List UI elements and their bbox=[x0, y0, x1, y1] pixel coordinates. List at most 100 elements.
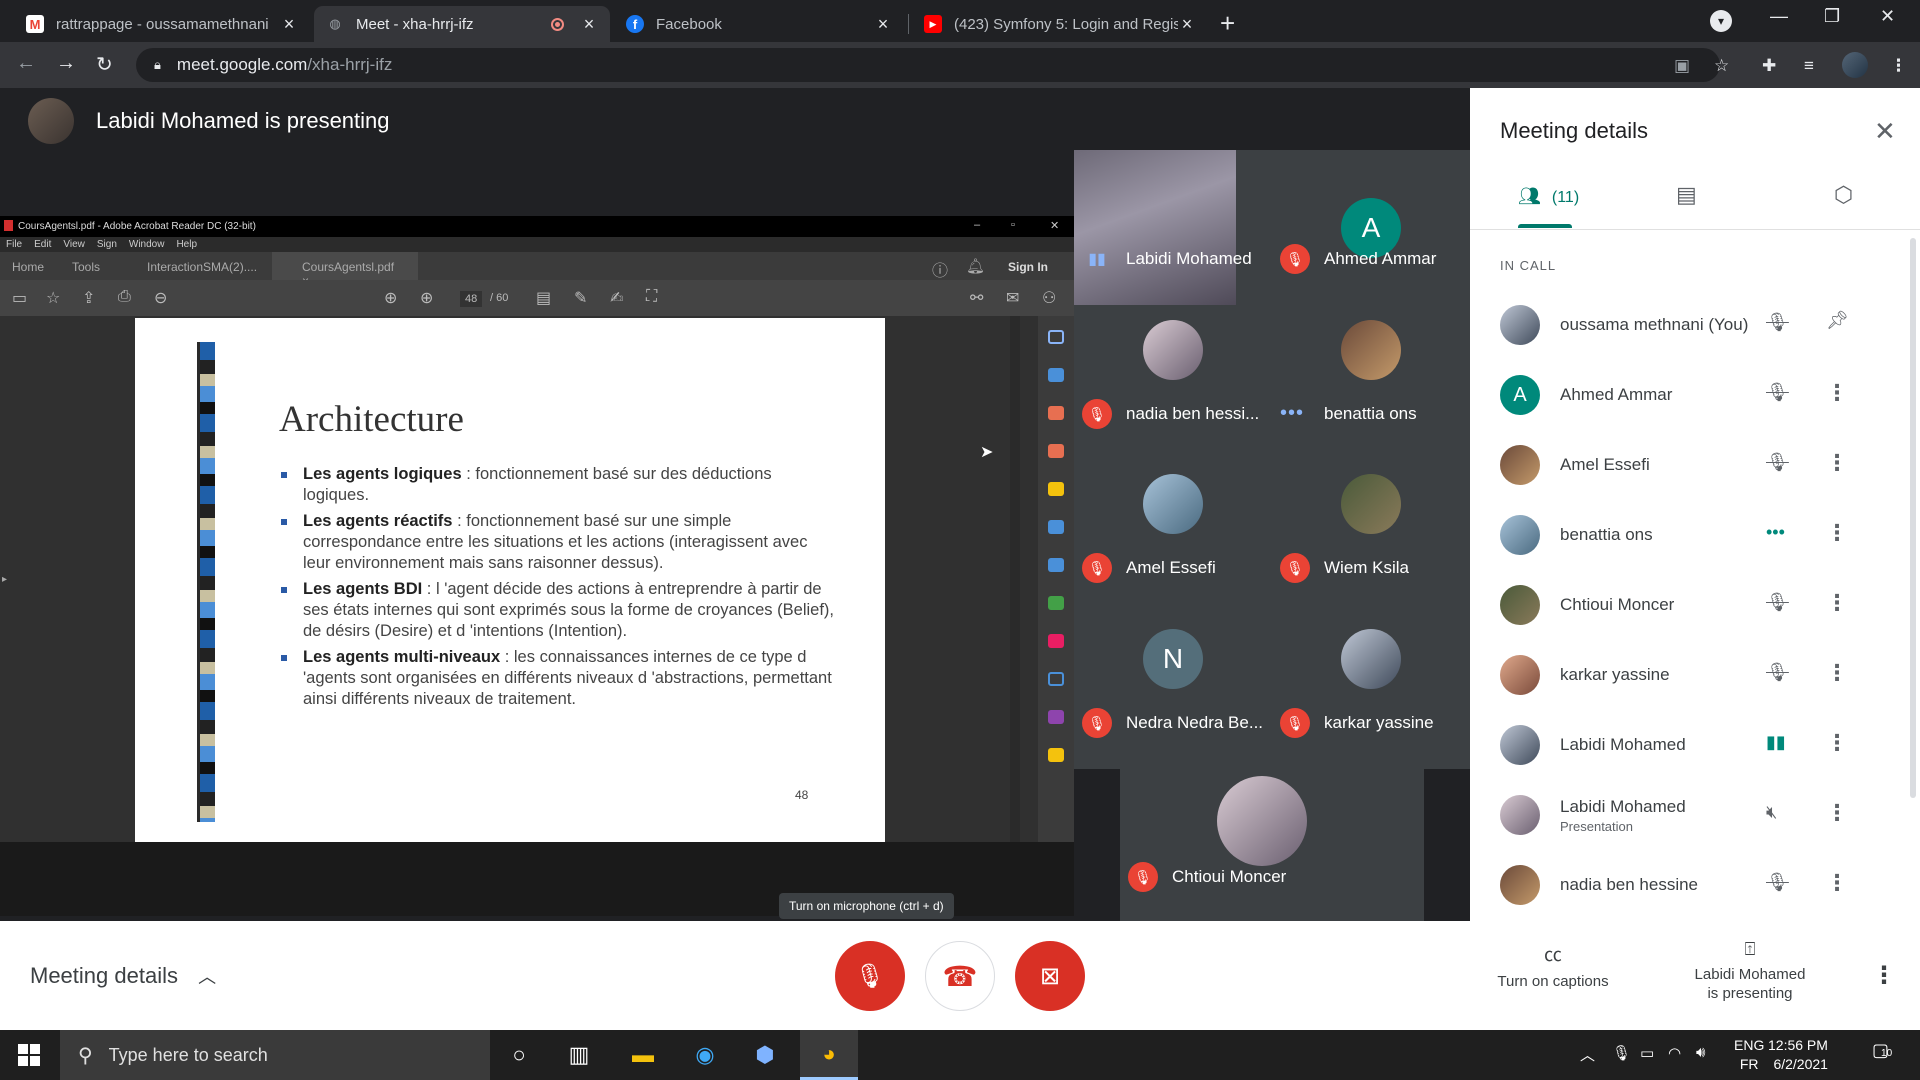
language-indicator[interactable]: ENG FR bbox=[1734, 1036, 1764, 1074]
panel-scrollbar[interactable] bbox=[1910, 238, 1916, 798]
participant-tile[interactable]: 🎙︎ nadia ben hessi... bbox=[1074, 305, 1272, 460]
bookmark-star-icon[interactable]: ☆ bbox=[1714, 56, 1729, 76]
participant-row[interactable]: Labidi Mohamed Presentation 🔇︎ ⋮ bbox=[1470, 780, 1910, 850]
participant-name: Nedra Nedra Be... bbox=[1126, 713, 1264, 732]
tab-meet[interactable]: ◍ Meet - xha-hrrj-ifz × bbox=[314, 6, 610, 42]
speaking-indicator-icon: ▮▮ bbox=[1088, 251, 1106, 268]
address-bar[interactable]: 🔒︎ meet.google.com/xha-hrrj-ifz bbox=[136, 48, 1720, 82]
participant-row[interactable]: karkar yassine 🎙︎ ⋮ bbox=[1470, 640, 1910, 710]
camera-button[interactable]: ⊠ bbox=[1015, 941, 1085, 1011]
cortana-icon[interactable]: ○ bbox=[490, 1030, 548, 1080]
chrome-menu-icon[interactable]: ⋮ bbox=[1890, 56, 1907, 76]
more-options-icon[interactable]: ⋮ bbox=[1826, 520, 1848, 546]
extensions-icon[interactable]: ✚ bbox=[1762, 56, 1776, 76]
tab-title: Meet - xha-hrrj-ifz bbox=[356, 15, 474, 33]
present-screen-icon: ⍐ bbox=[1744, 939, 1756, 959]
participant-tile[interactable]: 🎙︎ Wiem Ksila bbox=[1272, 459, 1470, 614]
acrobat-tab-home: Home bbox=[12, 260, 45, 274]
tab-close-icon[interactable]: × bbox=[1178, 14, 1196, 35]
participant-row[interactable]: Amel Essefi 🎙︎ ⋮ bbox=[1470, 430, 1910, 500]
meeting-details-toggle[interactable]: Meeting details ︿ bbox=[30, 963, 216, 989]
more-options-icon[interactable]: ⋮ bbox=[1826, 450, 1848, 476]
more-options-icon[interactable]: ⋮ bbox=[1826, 870, 1848, 896]
participant-row[interactable]: Labidi Mohamed ▮▮ ⋮ bbox=[1470, 710, 1910, 780]
participant-row[interactable]: benattia ons ••• ⋮ bbox=[1470, 500, 1910, 570]
microphone-tray-icon[interactable]: 🎙︎ bbox=[1612, 1044, 1631, 1062]
media-control-icon[interactable]: ≡ bbox=[1804, 56, 1814, 76]
tab-youtube[interactable]: ▶ (423) Symfony 5: Login and Regis × bbox=[912, 6, 1208, 42]
tab-people[interactable]: 👥︎ (11) bbox=[1518, 186, 1579, 207]
participant-row[interactable]: oussama methnani (You) 🎙︎ 📌︎ bbox=[1470, 290, 1910, 360]
close-panel-button[interactable]: ✕ bbox=[1874, 116, 1896, 147]
reload-icon[interactable]: ↻ bbox=[96, 52, 113, 77]
maximize-icon[interactable]: ❐ bbox=[1824, 6, 1840, 27]
participant-name: Labidi Mohamed Presentation bbox=[1560, 797, 1686, 834]
microphone-button[interactable]: 🎙︎ bbox=[835, 941, 905, 1011]
section-label: IN CALL bbox=[1500, 258, 1557, 273]
more-options-icon[interactable]: ⋮ bbox=[1826, 730, 1848, 756]
mic-off-icon[interactable]: 🎙︎ bbox=[1766, 312, 1789, 333]
pin-icon[interactable]: 📌︎ bbox=[1826, 310, 1849, 331]
participant-tile[interactable]: 🎙︎ Amel Essefi bbox=[1074, 459, 1272, 614]
back-icon[interactable]: ← bbox=[16, 52, 36, 75]
volume-off-icon[interactable]: 🔇︎ bbox=[1766, 802, 1777, 823]
participant-tile[interactable]: ▮▮ Labidi Mohamed bbox=[1074, 150, 1252, 305]
list-item: Les agents BDI : l 'agent décide des act… bbox=[279, 579, 839, 642]
task-view-icon[interactable]: ▥ bbox=[550, 1030, 608, 1080]
more-options-icon[interactable]: ⋮ bbox=[1826, 590, 1848, 616]
participant-row[interactable]: A Ahmed Ammar 🎙︎ ⋮ bbox=[1470, 360, 1910, 430]
participant-tile[interactable]: ••• benattia ons bbox=[1272, 305, 1470, 460]
tab-search-icon[interactable]: ▾ bbox=[1710, 10, 1732, 32]
profile-avatar[interactable] bbox=[1842, 52, 1868, 78]
taskbar-search[interactable]: ⚲ Type here to search bbox=[60, 1030, 490, 1080]
search-placeholder: Type here to search bbox=[108, 1044, 268, 1065]
more-options-icon[interactable]: ⋮ bbox=[1826, 800, 1848, 826]
chrome-taskbar-icon[interactable]: ◕ bbox=[800, 1030, 858, 1080]
name-text: Chtioui Moncer bbox=[1560, 595, 1675, 614]
tab-facebook[interactable]: f Facebook × bbox=[614, 6, 904, 42]
tab-close-icon[interactable]: × bbox=[874, 14, 892, 35]
lang-bottom: FR bbox=[1739, 1056, 1759, 1072]
volume-icon[interactable]: 🔊︎ bbox=[1696, 1044, 1705, 1061]
forward-icon[interactable]: → bbox=[56, 52, 76, 75]
mic-off-icon[interactable]: 🎙︎ bbox=[1766, 382, 1789, 403]
tab-activities[interactable]: ⬡ bbox=[1834, 182, 1853, 208]
participant-tile[interactable]: 🎙︎ karkar yassine bbox=[1272, 614, 1470, 769]
captions-button[interactable]: ㏄ Turn on captions bbox=[1488, 941, 1618, 990]
more-options-icon[interactable]: ⋮ bbox=[1826, 660, 1848, 686]
user-icon: ⚇ bbox=[1042, 290, 1057, 307]
participant-tile[interactable]: 🎙︎ Chtioui Moncer bbox=[1120, 768, 1424, 921]
file-explorer-icon[interactable]: ▬ bbox=[614, 1030, 672, 1080]
tab-chat[interactable]: ▤ bbox=[1676, 182, 1697, 208]
new-tab-button[interactable]: + bbox=[1220, 8, 1235, 39]
participant-row[interactable]: Chtioui Moncer 🎙︎ ⋮ bbox=[1470, 570, 1910, 640]
tray-chevron-icon[interactable]: ︿ bbox=[1580, 1044, 1595, 1065]
participant-tile[interactable]: A 🎙︎ Ahmed Ammar bbox=[1272, 150, 1470, 305]
mic-off-icon[interactable]: 🎙︎ bbox=[1766, 592, 1789, 613]
edge-icon[interactable]: ◉ bbox=[676, 1030, 734, 1080]
system-clock[interactable]: 12:56 PM 6/2/2021 bbox=[1768, 1036, 1828, 1074]
tab-close-icon[interactable]: × bbox=[580, 14, 598, 35]
minimize-icon[interactable]: — bbox=[1770, 6, 1788, 27]
presenting-button[interactable]: ⍐ Labidi Mohamed is presenting bbox=[1680, 939, 1820, 1002]
mic-off-icon[interactable]: 🎙︎ bbox=[1766, 452, 1789, 473]
speaking-indicator-icon[interactable]: ▮▮ bbox=[1766, 732, 1786, 753]
participant-tile[interactable]: N 🎙︎ Nedra Nedra Be... bbox=[1074, 614, 1272, 769]
tab-close-icon[interactable]: × bbox=[280, 14, 298, 35]
leave-call-button[interactable]: ☎︎ bbox=[925, 941, 995, 1011]
mic-off-icon[interactable]: 🎙︎ bbox=[1766, 662, 1789, 683]
more-dots-icon[interactable]: ••• bbox=[1766, 522, 1785, 543]
close-window-icon[interactable]: ✕ bbox=[1880, 6, 1895, 27]
camera-blocked-icon[interactable]: ▣ bbox=[1674, 56, 1690, 76]
notification-center-icon[interactable]: ▢10 bbox=[1872, 1040, 1892, 1061]
wifi-icon[interactable]: ◠ bbox=[1668, 1044, 1681, 1062]
windows-start-icon[interactable] bbox=[18, 1044, 40, 1066]
more-options-icon[interactable]: ⋮ bbox=[1872, 961, 1896, 990]
battery-icon[interactable]: ▭ bbox=[1640, 1044, 1654, 1062]
participant-row[interactable]: nadia ben hessine 🎙︎ ⋮ bbox=[1470, 850, 1910, 920]
more-options-icon[interactable]: ⋮ bbox=[1826, 380, 1848, 406]
mic-off-icon: 🎙︎ bbox=[1280, 244, 1310, 274]
tab-gmail[interactable]: M rattrappage - oussamamethnani × bbox=[14, 6, 310, 42]
mic-off-icon[interactable]: 🎙︎ bbox=[1766, 872, 1789, 893]
virtualbox-icon[interactable]: ⬢ bbox=[736, 1030, 794, 1080]
